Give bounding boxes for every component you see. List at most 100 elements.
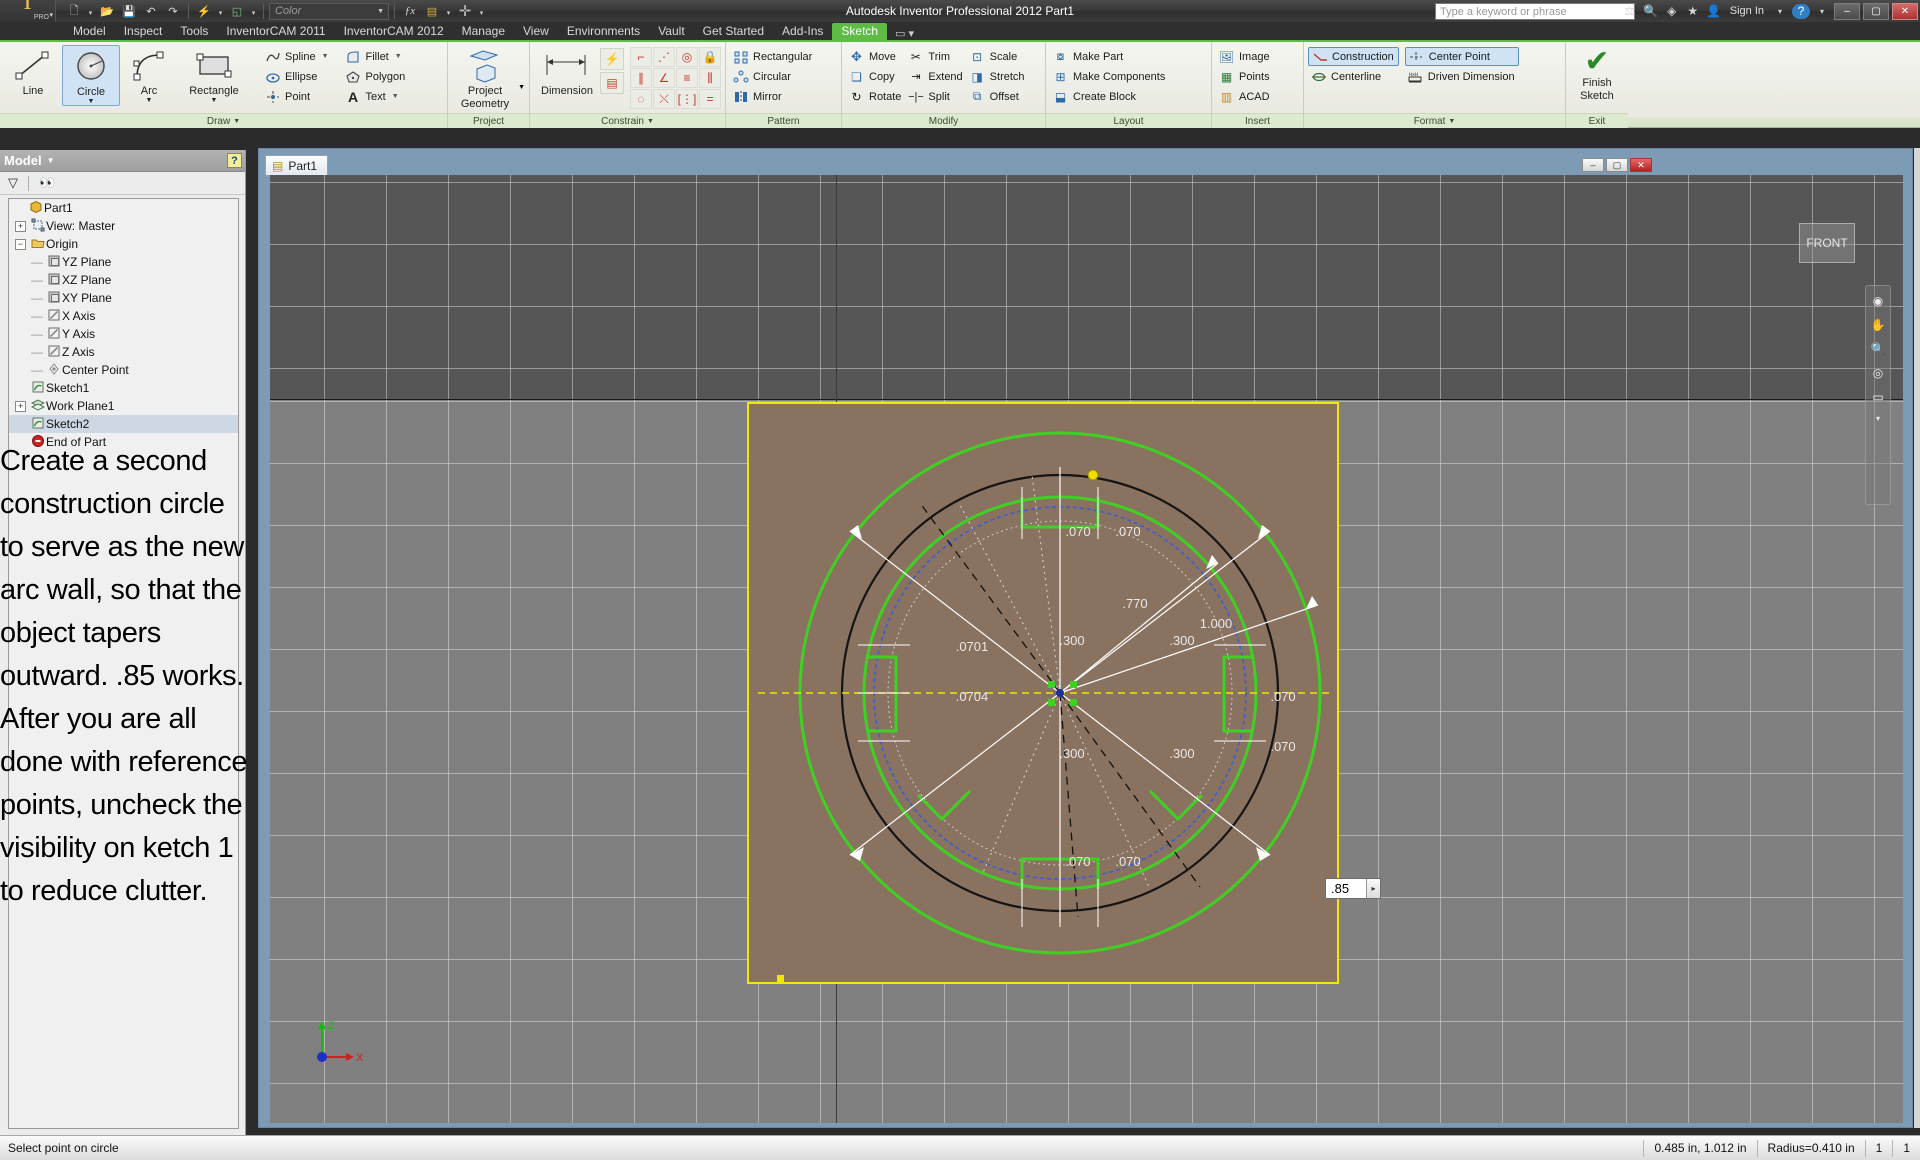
- tab-vault[interactable]: Vault: [649, 23, 693, 40]
- extend-button[interactable]: ⇥ Extend: [905, 67, 966, 86]
- tab-environments[interactable]: Environments: [558, 23, 649, 40]
- make-components-button[interactable]: ⊞ Make Components: [1050, 67, 1169, 86]
- add-icon[interactable]: ✛: [455, 2, 475, 20]
- concentric-constraint-icon[interactable]: ◎: [676, 47, 698, 67]
- ribbon-display-options-icon[interactable]: ▭ ▾: [887, 27, 922, 40]
- tree-expander-icon[interactable]: −: [15, 238, 26, 250]
- tab-inventorcam-2012[interactable]: InventorCAM 2012: [335, 23, 453, 40]
- tree-item-center-point[interactable]: — Center Point: [9, 361, 238, 379]
- communication-center-icon[interactable]: ⚖: [1621, 4, 1639, 18]
- symmetric-constraint-icon[interactable]: [⋮]: [676, 89, 698, 109]
- image-button[interactable]: 🖼 Image: [1216, 47, 1274, 66]
- stretch-button[interactable]: ◨ Stretch: [967, 67, 1029, 86]
- rectangular-pattern-button[interactable]: Rectangular: [730, 47, 816, 66]
- tab-inventorcam-2011[interactable]: InventorCAM 2011: [217, 23, 334, 40]
- point-button[interactable]: Point: [262, 87, 333, 106]
- centerline-toggle[interactable]: Centerline: [1308, 67, 1399, 86]
- text-dropdown-icon[interactable]: ▼: [392, 93, 399, 100]
- tree-expander-icon[interactable]: +: [15, 400, 26, 412]
- account-icon[interactable]: 👤: [1705, 4, 1723, 18]
- measure-dropdown-icon[interactable]: ▾: [444, 2, 453, 20]
- favorites-icon[interactable]: ★: [1684, 4, 1702, 18]
- project-geometry-dropdown-icon[interactable]: ▼: [518, 84, 525, 113]
- browser-tree[interactable]: Part1 + View: Master − Origin — YZ Plane — XZ Pl…: [8, 198, 239, 1129]
- dimension-button[interactable]: Dimension: [534, 45, 600, 97]
- create-block-button[interactable]: ⬓ Create Block: [1050, 87, 1169, 106]
- trim-button[interactable]: ✂ Trim: [905, 47, 966, 66]
- ellipse-button[interactable]: Ellipse: [262, 67, 333, 86]
- tree-item-xy-plane[interactable]: — XY Plane: [9, 289, 238, 307]
- help-dropdown-icon[interactable]: ▾: [1813, 7, 1831, 16]
- save-file-icon[interactable]: 💾: [119, 2, 139, 20]
- dynamic-input-field[interactable]: .85 ▸: [1325, 878, 1381, 899]
- parameters-icon[interactable]: ƒx: [400, 2, 420, 20]
- new-file-icon[interactable]: 🗋: [64, 2, 84, 20]
- tree-item-end-of-part[interactable]: End of Part: [9, 433, 238, 451]
- auto-dimension-icon[interactable]: ⚡: [600, 48, 624, 70]
- circular-pattern-button[interactable]: Circular: [730, 67, 816, 86]
- dimension-label[interactable]: .300: [1059, 633, 1084, 648]
- dimension-label[interactable]: 1.000: [1200, 616, 1233, 631]
- arc-button[interactable]: Arc ▼: [120, 45, 178, 104]
- tab-model[interactable]: Model: [64, 23, 115, 40]
- rotate-button[interactable]: ↻ Rotate: [846, 87, 905, 106]
- panel-label-constrain[interactable]: Constrain ▼: [530, 113, 725, 128]
- copy-button[interactable]: ❏ Copy: [846, 67, 905, 86]
- dimension-label[interactable]: .070: [1270, 739, 1295, 754]
- spline-dropdown-icon[interactable]: ▼: [322, 53, 329, 60]
- document-minimize-button[interactable]: –: [1582, 158, 1604, 172]
- tree-item-part1[interactable]: Part1: [9, 199, 238, 217]
- rectangle-dropdown-icon[interactable]: ▼: [211, 97, 218, 104]
- tree-item-work-plane1[interactable]: + Work Plane1: [9, 397, 238, 415]
- search-input[interactable]: Type a keyword or phrase: [1435, 3, 1635, 20]
- acad-button[interactable]: ▥ ACAD: [1216, 87, 1274, 106]
- subscription-center-icon[interactable]: ◈: [1663, 4, 1681, 18]
- dynamic-input-expand-icon[interactable]: ▸: [1366, 879, 1380, 898]
- make-part-button[interactable]: ⧇ Make Part: [1050, 47, 1169, 66]
- dimension-label[interactable]: .0701: [956, 639, 989, 654]
- dimension-label[interactable]: .070: [1065, 854, 1090, 869]
- dimension-label[interactable]: .770: [1122, 596, 1147, 611]
- fix-constraint-icon[interactable]: 🔒: [699, 47, 721, 67]
- search-icon[interactable]: 🔍: [1642, 4, 1660, 18]
- color-style-combo[interactable]: Color ▼: [269, 2, 389, 20]
- panel-label-format[interactable]: Format ▼: [1304, 113, 1565, 128]
- offset-button[interactable]: ⧉ Offset: [967, 87, 1029, 106]
- tree-item-z-axis[interactable]: — Z Axis: [9, 343, 238, 361]
- dimension-label[interactable]: .070: [1115, 854, 1140, 869]
- select-mode-dropdown-icon[interactable]: ▾: [249, 2, 258, 20]
- tree-item-x-axis[interactable]: — X Axis: [9, 307, 238, 325]
- arc-dropdown-icon[interactable]: ▼: [146, 97, 153, 104]
- dimension-label[interactable]: .070: [1115, 524, 1140, 539]
- document-close-button[interactable]: ✕: [1630, 158, 1652, 172]
- graphics-canvas[interactable]: FRONT ◉ ✋ 🔍 ◎ ▭ ▾ .070 .070 .0701 .0704 …: [270, 175, 1903, 1123]
- panel-constrain-caret-icon[interactable]: ▼: [647, 118, 654, 125]
- vertical-constraint-icon[interactable]: ⫼: [699, 68, 721, 88]
- dimension-label[interactable]: .070: [1065, 524, 1090, 539]
- split-button[interactable]: −|− Split: [905, 87, 966, 106]
- help-icon[interactable]: ?: [1792, 3, 1810, 19]
- tree-item-view-master[interactable]: + View: Master: [9, 217, 238, 235]
- maximize-button[interactable]: ▢: [1863, 2, 1889, 20]
- text-button[interactable]: A Text ▼: [343, 87, 410, 106]
- panel-label-draw[interactable]: Draw ▼: [0, 113, 447, 128]
- rectangle-button[interactable]: Rectangle ▼: [178, 45, 250, 104]
- equal-constraint-icon[interactable]: =: [699, 89, 721, 109]
- horizontal-constraint-icon[interactable]: ≡: [676, 68, 698, 88]
- smooth-constraint-icon[interactable]: ⤬: [653, 89, 675, 109]
- construction-toggle[interactable]: Construction: [1308, 47, 1399, 66]
- points-button[interactable]: ▦ Points: [1216, 67, 1274, 86]
- finish-sketch-button[interactable]: ✔ Finish Sketch: [1571, 45, 1623, 103]
- collinear-constraint-icon[interactable]: ⋰: [653, 47, 675, 67]
- tab-get-started[interactable]: Get Started: [694, 23, 773, 40]
- parallel-constraint-icon[interactable]: ∥: [630, 68, 652, 88]
- tree-item-xz-plane[interactable]: — XZ Plane: [9, 271, 238, 289]
- qat-overflow-icon[interactable]: ▾: [477, 2, 486, 20]
- dimension-label[interactable]: .300: [1059, 746, 1084, 761]
- tree-expander-icon[interactable]: +: [15, 220, 26, 232]
- line-button[interactable]: Line: [4, 45, 62, 97]
- mirror-button[interactable]: Mirror: [730, 87, 816, 106]
- sign-in-link[interactable]: Sign In: [1730, 5, 1764, 17]
- undo-icon[interactable]: ↶: [141, 2, 161, 20]
- dimension-label[interactable]: .0704: [956, 689, 989, 704]
